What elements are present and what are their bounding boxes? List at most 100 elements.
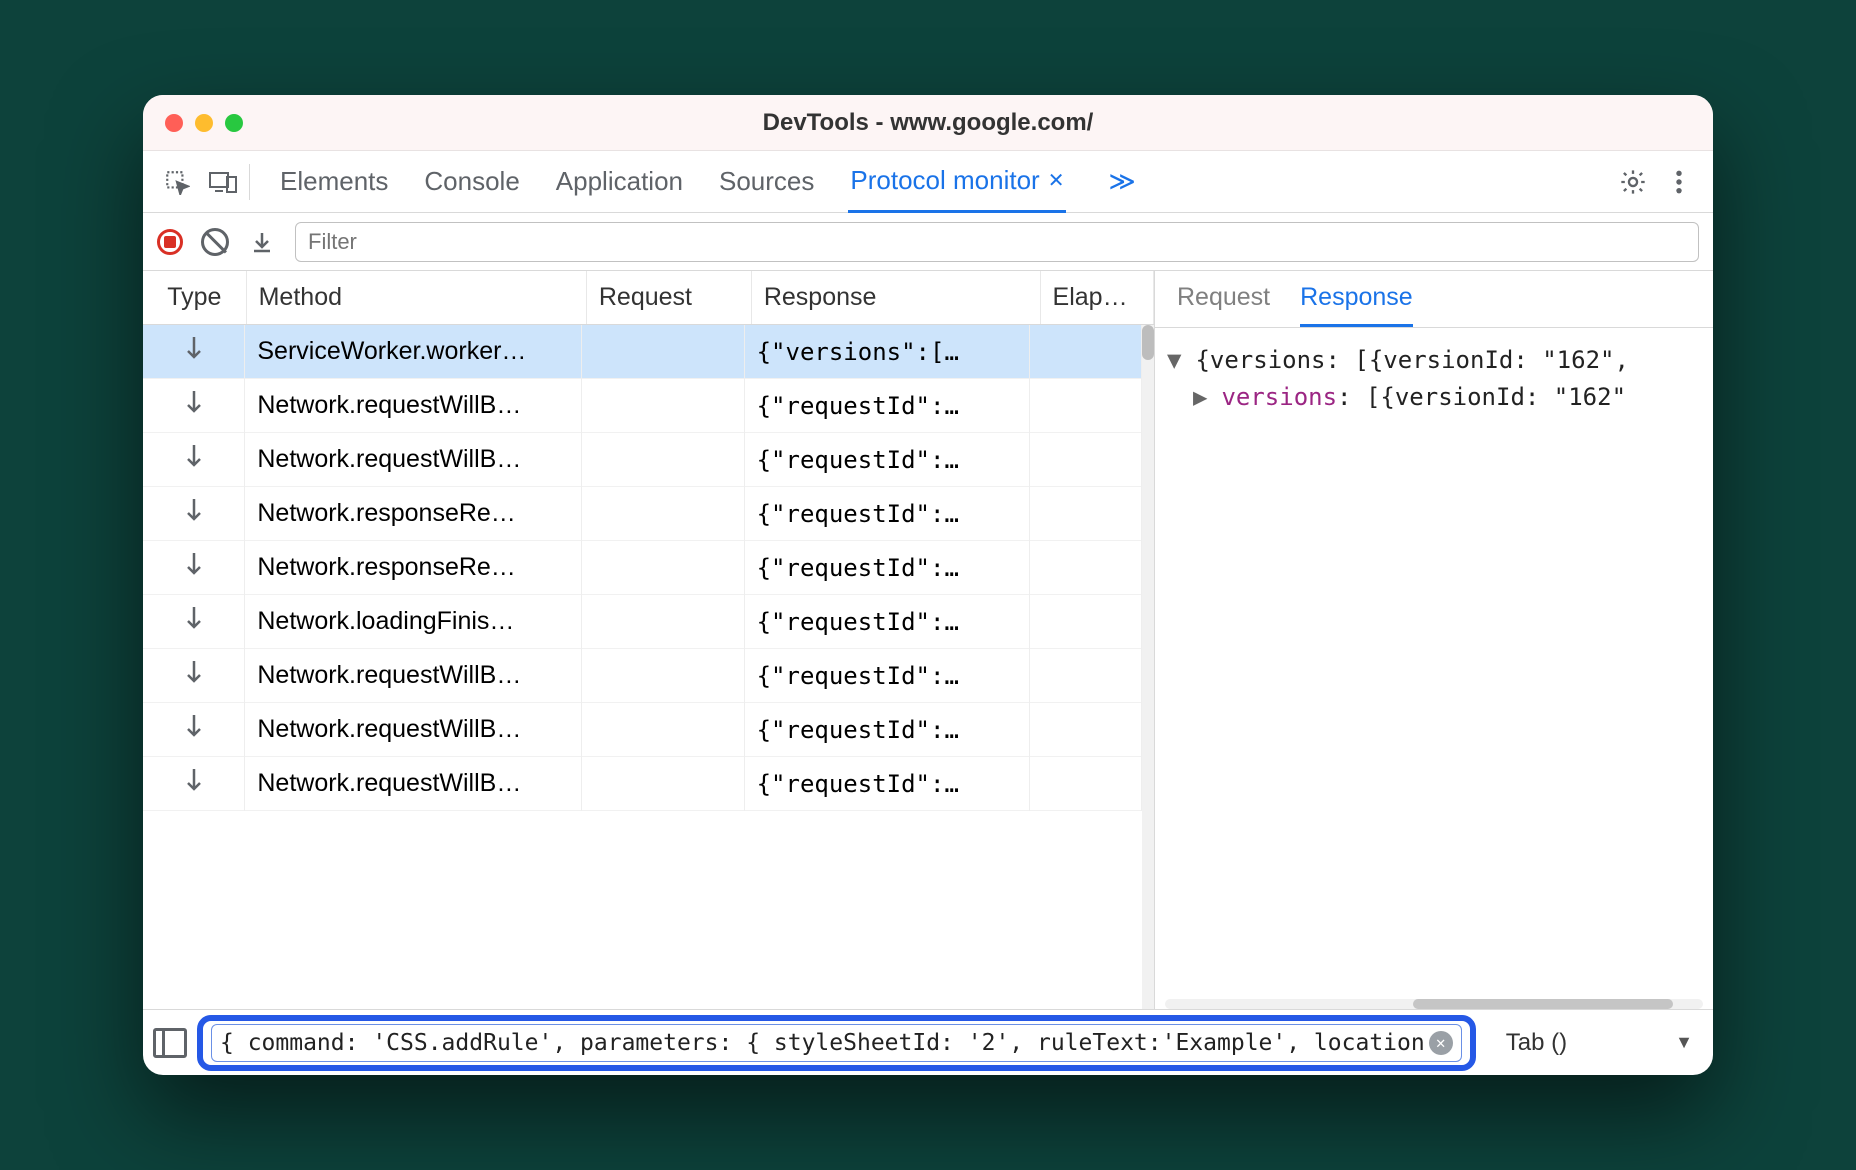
- elapsed-cell: [1029, 325, 1141, 379]
- elapsed-cell: [1029, 487, 1141, 541]
- method-cell: ServiceWorker.worker…: [245, 325, 581, 379]
- vertical-scrollbar[interactable]: [1142, 325, 1154, 1009]
- request-cell: [581, 541, 744, 595]
- method-cell: Network.requestWillB…: [245, 379, 581, 433]
- drawer-toggle-icon[interactable]: [153, 1028, 187, 1058]
- elapsed-cell: [1029, 649, 1141, 703]
- protocol-toolbar: [143, 213, 1713, 271]
- window-title: DevTools - www.google.com/: [143, 109, 1713, 137]
- messages-table: Type Method Request Response Elap…▲: [143, 271, 1154, 325]
- command-input-value: { command: 'CSS.addRule', parameters: { …: [220, 1030, 1425, 1056]
- response-cell: {"requestId":…: [744, 757, 1029, 811]
- request-cell: [581, 757, 744, 811]
- tab-elements[interactable]: Elements: [278, 152, 390, 211]
- json-line-1[interactable]: ▼ {versions: [{versionId: "162",: [1167, 342, 1701, 379]
- table-row[interactable]: ServiceWorker.worker… {"versions":[…: [143, 325, 1142, 379]
- table-row[interactable]: Network.requestWillB… {"requestId":…: [143, 757, 1142, 811]
- main-content: Type Method Request Response Elap…▲ Serv…: [143, 271, 1713, 1009]
- elapsed-cell: [1029, 541, 1141, 595]
- elapsed-cell: [1029, 703, 1141, 757]
- method-cell: Network.loadingFinis…: [245, 595, 581, 649]
- clear-button[interactable]: [201, 228, 229, 256]
- method-cell: Network.requestWillB…: [245, 703, 581, 757]
- method-cell: Network.requestWillB…: [245, 433, 581, 487]
- request-cell: [581, 379, 744, 433]
- drawer-tab-label[interactable]: Tab (): [1486, 1029, 1665, 1057]
- response-cell: {"requestId":…: [744, 703, 1029, 757]
- direction-arrow-icon: [143, 379, 245, 433]
- direction-arrow-icon: [143, 649, 245, 703]
- caret-down-icon[interactable]: ▼: [1167, 342, 1181, 379]
- clear-input-icon[interactable]: ✕: [1429, 1031, 1453, 1055]
- col-type[interactable]: Type: [143, 271, 246, 325]
- request-cell: [581, 649, 744, 703]
- response-cell: {"requestId":…: [744, 541, 1029, 595]
- method-cell: Network.responseRe…: [245, 541, 581, 595]
- table-row[interactable]: Network.requestWillB…{"requestId":…: [143, 379, 1142, 433]
- caret-right-icon[interactable]: ▶: [1193, 379, 1207, 416]
- col-method[interactable]: Method: [246, 271, 586, 325]
- request-cell: [581, 433, 744, 487]
- table-row[interactable]: Network.requestWillB… {"requestId":…: [143, 649, 1142, 703]
- download-icon[interactable]: [247, 222, 277, 262]
- details-panel: Request Response ▼ {versions: [{versionI…: [1155, 271, 1713, 1009]
- col-elapsed[interactable]: Elap…▲: [1040, 271, 1153, 325]
- table-row[interactable]: Network.responseRe… {"requestId":…: [143, 487, 1142, 541]
- tab-console[interactable]: Console: [422, 152, 521, 211]
- inspect-element-icon[interactable]: [157, 162, 197, 202]
- method-cell: Network.requestWillB…: [245, 649, 581, 703]
- panel-tabbar: Elements Console Application Sources Pro…: [143, 151, 1713, 213]
- tab-application[interactable]: Application: [554, 152, 685, 211]
- command-input[interactable]: { command: 'CSS.addRule', parameters: { …: [211, 1024, 1462, 1062]
- direction-arrow-icon: [143, 487, 245, 541]
- chevron-down-icon[interactable]: ▼: [1675, 1032, 1703, 1053]
- more-tabs-icon[interactable]: ≫: [1108, 166, 1135, 197]
- panel-tabs: Elements Console Application Sources Pro…: [278, 151, 1136, 213]
- command-input-highlight: { command: 'CSS.addRule', parameters: { …: [197, 1015, 1476, 1071]
- direction-arrow-icon: [143, 757, 245, 811]
- json-preview: ▼ {versions: [{versionId: "162", ▶ versi…: [1155, 328, 1713, 430]
- direction-arrow-icon: [143, 541, 245, 595]
- device-toolbar-icon[interactable]: [203, 162, 243, 202]
- subtab-response[interactable]: Response: [1300, 283, 1413, 327]
- horizontal-scrollbar[interactable]: [1165, 999, 1703, 1009]
- settings-gear-icon[interactable]: [1613, 162, 1653, 202]
- response-cell: {"requestId":…: [744, 433, 1029, 487]
- messages-table-panel: Type Method Request Response Elap…▲ Serv…: [143, 271, 1155, 1009]
- direction-arrow-icon: [143, 433, 245, 487]
- kebab-menu-icon[interactable]: [1659, 162, 1699, 202]
- divider: [249, 164, 250, 200]
- tab-sources[interactable]: Sources: [717, 152, 816, 211]
- subtab-request[interactable]: Request: [1177, 283, 1270, 327]
- col-request[interactable]: Request: [586, 271, 751, 325]
- direction-arrow-icon: [143, 595, 245, 649]
- tab-protocol-monitor-label: Protocol monitor: [850, 165, 1039, 196]
- elapsed-cell: [1029, 595, 1141, 649]
- method-cell: Network.responseRe…: [245, 487, 581, 541]
- filter-input[interactable]: [295, 222, 1699, 262]
- direction-arrow-icon: [143, 325, 245, 379]
- elapsed-cell: [1029, 379, 1141, 433]
- table-row[interactable]: Network.loadingFinis… {"requestId":…: [143, 595, 1142, 649]
- details-tabs: Request Response: [1155, 271, 1713, 328]
- tab-protocol-monitor[interactable]: Protocol monitor ✕: [848, 151, 1066, 213]
- elapsed-cell: [1029, 433, 1141, 487]
- direction-arrow-icon: [143, 703, 245, 757]
- record-button[interactable]: [157, 229, 183, 255]
- close-tab-icon[interactable]: ✕: [1048, 168, 1065, 193]
- request-cell: [581, 325, 744, 379]
- response-cell: {"versions":[…: [744, 325, 1029, 379]
- response-cell: {"requestId":…: [744, 595, 1029, 649]
- col-response[interactable]: Response: [751, 271, 1040, 325]
- method-cell: Network.requestWillB…: [245, 757, 581, 811]
- response-cell: {"requestId":…: [744, 649, 1029, 703]
- table-row[interactable]: Network.requestWillB… {"requestId":…: [143, 703, 1142, 757]
- titlebar: DevTools - www.google.com/: [143, 95, 1713, 151]
- table-row[interactable]: Network.requestWillB… {"requestId":…: [143, 433, 1142, 487]
- json-line-2[interactable]: ▶ versions: [{versionId: "162": [1167, 379, 1701, 416]
- response-cell: {"requestId":…: [744, 487, 1029, 541]
- drawer-bar: { command: 'CSS.addRule', parameters: { …: [143, 1009, 1713, 1075]
- elapsed-cell: [1029, 757, 1141, 811]
- request-cell: [581, 595, 744, 649]
- table-row[interactable]: Network.responseRe… {"requestId":…: [143, 541, 1142, 595]
